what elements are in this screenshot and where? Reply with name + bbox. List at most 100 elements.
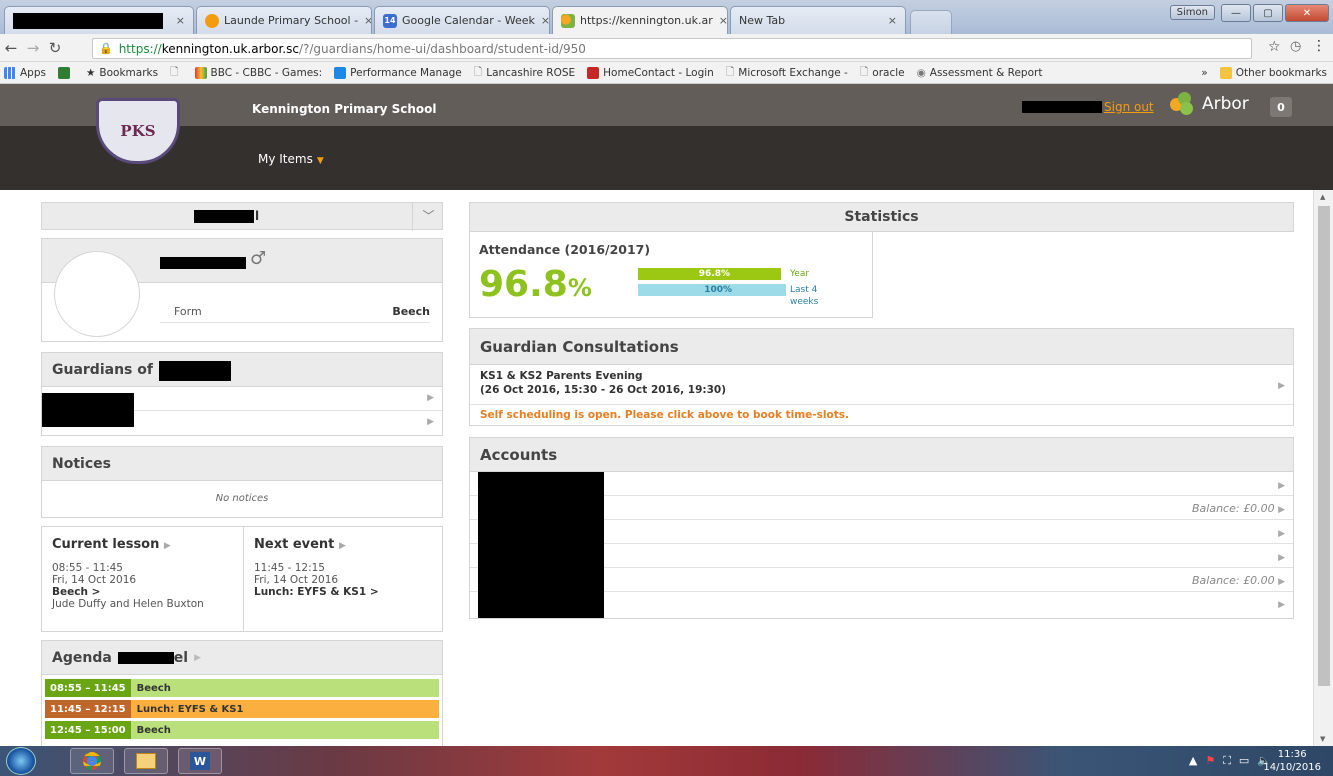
redacted-user-name xyxy=(1022,101,1102,113)
bookmark-label: oracle xyxy=(872,66,905,79)
bookmark-oracle[interactable]: 🗋 oracle xyxy=(860,64,905,82)
history-icon[interactable]: ◷ xyxy=(1290,39,1301,54)
agenda-label: Lunch: EYFS & KS1 xyxy=(130,700,439,718)
menu-icon[interactable]: ⋮ xyxy=(1312,38,1326,54)
form-value: Beech xyxy=(392,305,430,318)
profile-button[interactable]: Simon xyxy=(1169,5,1215,20)
bookmark-page[interactable]: 🗋 xyxy=(170,64,182,82)
taskbar-clock[interactable]: 11:36 14/10/2016 xyxy=(1263,748,1321,774)
close-window-button[interactable]: ✕ xyxy=(1285,4,1329,22)
word-taskbar-icon[interactable]: W xyxy=(178,748,222,774)
attendance-title: Attendance (2016/2017) xyxy=(479,242,651,257)
network-icon[interactable]: ⛶ xyxy=(1223,754,1231,768)
new-tab-button[interactable] xyxy=(910,10,952,34)
agenda-item[interactable]: 12:45 – 15:00 Beech xyxy=(45,721,439,739)
bookmark-bookmarks[interactable]: ★ Bookmarks xyxy=(86,67,158,79)
star-icon[interactable]: ☆ xyxy=(1268,39,1281,55)
student-selector[interactable]: l ﹀ xyxy=(41,202,444,231)
redacted-student-name xyxy=(194,210,254,223)
browser-tab[interactable]: × xyxy=(4,6,194,34)
display-icon[interactable]: ▭ xyxy=(1239,754,1249,768)
arbor-favicon-icon xyxy=(561,13,575,28)
browser-tab[interactable]: 14 Google Calendar - Week × xyxy=(374,6,550,34)
statistics-header: Statistics xyxy=(469,202,1294,232)
other-bookmarks[interactable]: Other bookmarks xyxy=(1219,66,1327,79)
app-navbar xyxy=(0,126,1333,190)
school-name[interactable]: Kennington Primary School xyxy=(252,102,437,116)
next-event-title[interactable]: Next event ▶ xyxy=(254,537,434,552)
scroll-down-icon[interactable]: ▼ xyxy=(1320,735,1325,743)
calendar-favicon-icon: 14 xyxy=(383,13,397,28)
agenda-time: 08:55 – 11:45 xyxy=(45,679,131,697)
browser-tab[interactable]: Launde Primary School - × xyxy=(196,6,372,34)
maximize-button[interactable]: ▢ xyxy=(1253,4,1283,22)
tray-expand-icon[interactable]: ▲ xyxy=(1189,754,1197,768)
notices-header: Notices xyxy=(42,447,442,481)
bookmark-homecontact[interactable]: HomeContact - Login xyxy=(587,66,714,79)
scroll-up-icon[interactable]: ▲ xyxy=(1320,193,1325,201)
back-icon[interactable]: ← xyxy=(0,39,22,57)
close-icon[interactable]: × xyxy=(170,14,185,27)
accounts-panel: Accounts ▶ Balance: £0.00 ▶ ▶ ▶ Balance:… xyxy=(469,437,1294,619)
event-name-link[interactable]: Lunch: EYFS & KS1 > xyxy=(254,586,434,598)
scrollbar-thumb[interactable] xyxy=(1318,206,1330,686)
bookmark-exchange[interactable]: 🗋 Microsoft Exchange - xyxy=(726,64,848,82)
consultation-row[interactable]: KS1 & KS2 Parents Evening (26 Oct 2016, … xyxy=(470,365,1293,405)
explorer-taskbar-icon[interactable] xyxy=(124,748,168,774)
attendance-bar-last4weeks: 100% Last 4 weeks xyxy=(638,284,838,307)
reload-icon[interactable]: ↻ xyxy=(44,39,66,57)
student-card: ♂ Form Beech xyxy=(41,238,443,342)
redacted-student-name xyxy=(160,257,246,269)
bookmark-label: Lancashire ROSE xyxy=(486,66,576,79)
statistics-panel: Statistics Attendance (2016/2017) 96.8% … xyxy=(469,202,1294,318)
agenda-name-suffix: el xyxy=(173,649,189,666)
next-event: Next event ▶ 11:45 - 12:15 Fri, 14 Oct 2… xyxy=(244,527,444,631)
star-icon: ★ xyxy=(85,66,96,79)
lesson-room-link[interactable]: Beech > xyxy=(52,586,233,598)
extension-icon xyxy=(57,66,70,79)
notification-badge[interactable]: 0 xyxy=(1270,97,1292,117)
arbor-brand[interactable]: Arbor xyxy=(1170,92,1249,116)
browser-tab-active[interactable]: https://kennington.uk.ar × xyxy=(552,6,728,34)
attendance-card[interactable]: Attendance (2016/2017) 96.8% 96.8% Year … xyxy=(469,232,873,318)
account-balance: Balance: £0.00 xyxy=(1192,502,1275,515)
address-toolbar: ← → ↻ 🔒 https://kennington.uk.arbor.sc/?… xyxy=(0,34,1333,62)
bookmarks-overflow[interactable]: » xyxy=(1201,67,1207,79)
close-icon[interactable]: × xyxy=(358,14,371,27)
agenda-item[interactable]: 08:55 – 11:45 Beech xyxy=(45,679,439,697)
chrome-taskbar-icon[interactable] xyxy=(70,748,114,774)
chevron-right-icon: ▶ xyxy=(1278,481,1285,491)
start-button[interactable] xyxy=(6,747,36,775)
bookmark-apps[interactable]: Apps xyxy=(4,66,46,79)
agenda-label: Beech xyxy=(130,721,439,739)
lock-icon: 🔒 xyxy=(99,42,113,55)
bookmark-cbbc[interactable]: BBC - CBBC - Games: xyxy=(194,66,322,79)
close-icon[interactable]: × xyxy=(882,14,897,27)
chevron-right-icon: ▶ xyxy=(1278,577,1285,587)
chevron-right-icon: ▶ xyxy=(1278,600,1285,610)
current-lesson-title[interactable]: Current lesson ▶ xyxy=(52,537,233,552)
forward-icon[interactable]: → xyxy=(22,39,44,57)
sign-out-link[interactable]: Sign out xyxy=(1104,100,1154,114)
url-field[interactable]: 🔒 https://kennington.uk.arbor.sc/?/guard… xyxy=(92,38,1252,59)
bar-caption: Last 4 weeks xyxy=(790,285,819,307)
account-balance: Balance: £0.00 xyxy=(1192,574,1275,587)
bookmark-label: Bookmarks xyxy=(99,66,159,79)
chevron-down-icon[interactable]: ﹀ xyxy=(412,203,444,231)
page-scrollbar[interactable]: ▲ ▼ xyxy=(1313,190,1333,746)
bookmark-extension[interactable] xyxy=(57,66,74,79)
flag-icon[interactable]: ⚑ xyxy=(1205,754,1215,768)
chevron-right-icon: ▶ xyxy=(338,541,346,551)
bookmark-lancashire[interactable]: 🗋 Lancashire ROSE xyxy=(474,64,575,82)
minimize-button[interactable]: — xyxy=(1221,4,1251,22)
bookmark-assessment[interactable]: ◉ Assessment & Report xyxy=(917,67,1043,79)
arbor-logo-icon xyxy=(1170,92,1198,116)
agenda-item[interactable]: 11:45 – 12:15 Lunch: EYFS & KS1 xyxy=(45,700,439,718)
chevron-right-icon: ▶ xyxy=(1278,381,1285,391)
close-icon[interactable]: × xyxy=(713,14,727,27)
browser-tab[interactable]: New Tab × xyxy=(730,6,906,34)
bookmark-performance[interactable]: Performance Manage xyxy=(334,66,462,79)
my-items-menu[interactable]: My Items ▼ xyxy=(258,152,324,166)
close-icon[interactable]: × xyxy=(535,14,549,27)
chevron-right-icon: ▶ xyxy=(1278,529,1285,539)
